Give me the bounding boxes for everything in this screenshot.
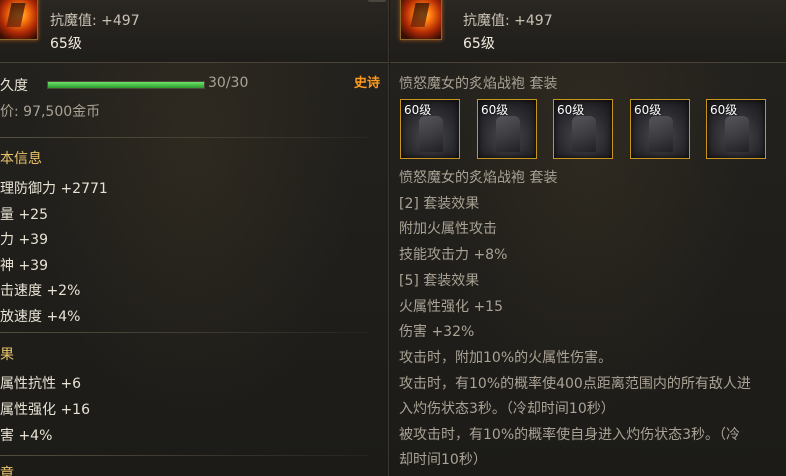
durability-bar [47,81,205,89]
armor-icon [419,116,443,152]
stat-line: 放速度 +4% [0,309,81,325]
slot-level: 60级 [557,103,585,117]
divider [0,137,368,138]
price-text: 价: 97,500金币 [0,104,101,120]
stat-line: 理防御力 +2771 [0,181,108,197]
item-tooltip-right: 抗魔值: +497 65级 愤怒魔女的炙焰战袍 套装 60级 60级 60级 6… [390,0,786,476]
stat-line: 力 +39 [0,232,48,248]
armor-icon [572,116,596,152]
set-bonus-line: 却时间10秒） [399,452,487,468]
set-bonus-line: 伤害 +32% [399,324,475,340]
effect-line: 害 +4% [0,428,53,444]
next-section-title: 章 [0,466,14,476]
set-bonus-line: 被攻击时，有10%的概率使自身进入灼伤状态3秒。（冷 [399,427,741,443]
set-name: 愤怒魔女的炙焰战袍 套装 [399,76,558,92]
set-bonus-line: 附加火属性攻击 [399,221,497,237]
basic-info-title: 本信息 [0,151,42,167]
set-bonus-line: 技能攻击力 +8% [399,247,508,263]
durability-fill [48,82,204,88]
set-item-slot[interactable]: 60级 [400,99,460,159]
set-name: 愤怒魔女的炙焰战袍 套装 [399,170,558,186]
magic-resist-value: 抗魔值: +497 [463,13,553,29]
set-bonus-line: 入灼伤状态3秒。（冷却时间10秒） [399,401,615,417]
item-icon [400,0,442,40]
set-bonus-line: 火属性强化 +15 [399,299,503,315]
item-icon [0,0,38,40]
stat-line: 神 +39 [0,258,48,274]
item-header: 抗魔值: +497 65级 [390,0,786,63]
durability-label: 久度 [0,78,28,94]
rarity-badge: 史诗 [354,76,381,91]
slot-level: 60级 [710,103,738,117]
item-header: 抗魔值: +497 65级 [0,0,388,63]
set-item-slot[interactable]: 60级 [706,99,766,159]
effects-title: 果 [0,347,14,363]
set-bonus-header: [5] 套装效果 [399,273,480,289]
slot-level: 60级 [634,103,662,117]
slot-level: 60级 [404,103,432,117]
effect-line: 属性强化 +16 [0,402,90,418]
set-bonus-header: [2] 套装效果 [399,196,480,212]
set-item-slot[interactable]: 60级 [477,99,537,159]
item-tooltip-left: 抗魔值: +497 65级 久度 30/30 史诗 价: 97,500金币 本信… [0,0,389,476]
close-handle-icon[interactable] [368,0,386,2]
set-item-slot[interactable]: 60级 [553,99,613,159]
durability-value: 30/30 [208,75,249,91]
armor-icon [725,116,749,152]
item-level: 65级 [50,36,82,52]
armor-icon [496,116,520,152]
divider [0,332,368,333]
set-bonus-line: 攻击时，附加10%的火属性伤害。 [399,350,613,366]
magic-resist-value: 抗魔值: +497 [50,13,140,29]
stat-line: 量 +25 [0,207,48,223]
stat-line: 击速度 +2% [0,283,81,299]
armor-icon [649,116,673,152]
item-level: 65级 [463,36,495,52]
slot-level: 60级 [481,103,509,117]
set-item-slot[interactable]: 60级 [630,99,690,159]
set-bonus-line: 攻击时，有10%的概率使400点距离范围内的所有敌人进 [399,376,751,392]
effect-line: 属性抗性 +6 [0,376,82,392]
divider [0,455,368,456]
